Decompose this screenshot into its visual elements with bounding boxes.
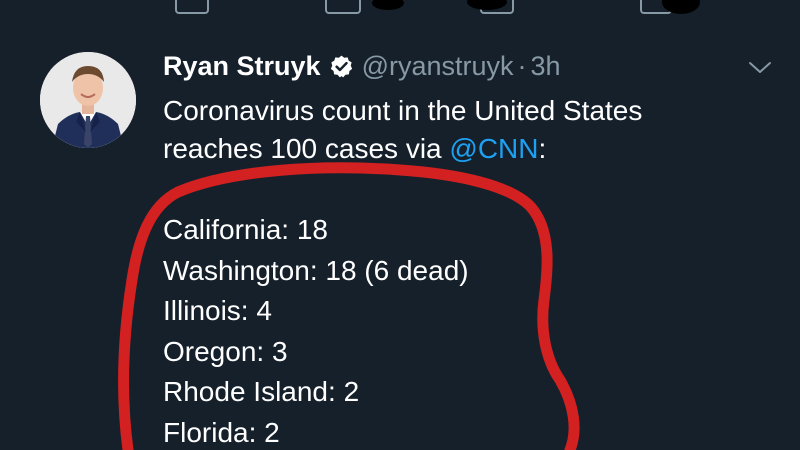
tweet-text-line: reaches 100 cases via @CNN: (163, 130, 642, 168)
case-row: Rhode Island: 2 (163, 376, 360, 407)
tweet-text: Coronavirus count in the United States r… (163, 92, 642, 168)
verified-badge-icon (330, 55, 352, 77)
chevron-down-icon[interactable] (748, 60, 772, 76)
case-row: Illinois: 4 (163, 295, 272, 326)
redaction-mark (372, 0, 404, 10)
avatar-image (40, 52, 136, 148)
case-row: California: 18 (163, 214, 328, 245)
tweet-text-fragment: reaches 100 cases via (163, 133, 450, 164)
reply-icon[interactable] (175, 0, 209, 14)
retweet-icon[interactable] (325, 0, 361, 14)
display-name[interactable]: Ryan Struyk (163, 51, 321, 82)
case-count-list: California: 18 Washington: 18 (6 dead) I… (163, 210, 469, 450)
separator-dot: · (517, 50, 527, 81)
timestamp[interactable]: 3h (531, 51, 561, 82)
user-handle[interactable]: @ryanstruyk (362, 51, 514, 82)
tweet-text-fragment: : (538, 133, 547, 164)
case-row: Washington: 18 (6 dead) (163, 254, 469, 286)
avatar[interactable] (40, 52, 136, 148)
case-row: Oregon: 3 (163, 335, 288, 367)
tweet-header: Ryan Struyk @ryanstruyk · 3h (163, 44, 561, 88)
previous-tweet-action-bar (0, 0, 800, 14)
case-row: Florida: 2 (163, 416, 280, 448)
tweet-text-line: Coronavirus count in the United States (163, 95, 643, 126)
mention-link[interactable]: @CNN (449, 133, 538, 164)
